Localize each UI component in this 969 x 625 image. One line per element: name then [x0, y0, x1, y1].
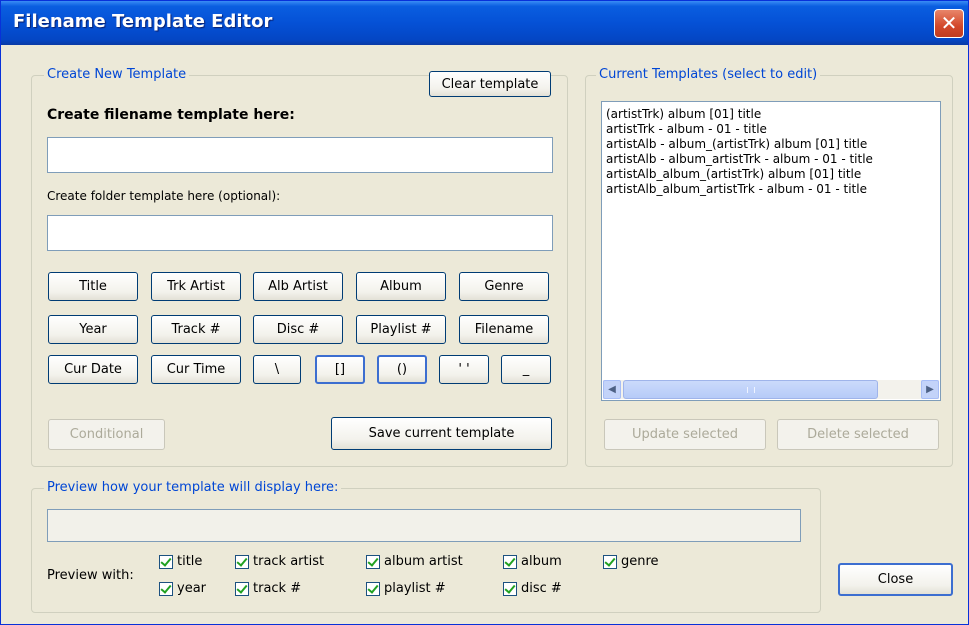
- preview-checkbox-playlist-num[interactable]: playlist #: [366, 581, 446, 596]
- checkbox-checked-icon: [366, 554, 380, 569]
- title-bar[interactable]: Filename Template Editor ✕: [1, 1, 968, 45]
- token-button-backslash[interactable]: \: [253, 355, 301, 384]
- checkbox-checked-icon: [235, 554, 249, 569]
- close-icon[interactable]: ✕: [934, 9, 964, 38]
- checkbox-checked-icon: [603, 554, 617, 569]
- token-button-cur-time[interactable]: Cur Time: [151, 355, 241, 384]
- token-button-parentheses[interactable]: (): [377, 355, 427, 384]
- preview-checkbox-title[interactable]: title: [159, 554, 202, 569]
- checkbox-checked-icon: [159, 554, 173, 569]
- token-button-track-num[interactable]: Track #: [151, 315, 241, 344]
- templates-list: (artistTrk) album [01] title artistTrk -…: [602, 102, 940, 197]
- current-templates-legend: Current Templates (select to edit): [596, 67, 821, 82]
- token-button-brackets[interactable]: []: [315, 355, 365, 384]
- token-button-filename[interactable]: Filename: [459, 315, 549, 344]
- token-button-year[interactable]: Year: [48, 315, 138, 344]
- token-button-genre[interactable]: Genre: [459, 272, 549, 301]
- token-button-title[interactable]: Title: [48, 272, 138, 301]
- preview-checkbox-track-artist[interactable]: track artist: [235, 554, 324, 569]
- token-button-underscore[interactable]: _: [501, 355, 551, 384]
- preview-output: [47, 509, 801, 542]
- templates-listbox[interactable]: (artistTrk) album [01] title artistTrk -…: [601, 101, 941, 401]
- filename-template-input[interactable]: [47, 137, 553, 173]
- template-list-item[interactable]: artistAlb_album_artistTrk - album - 01 -…: [602, 182, 940, 197]
- checkbox-checked-icon: [366, 581, 380, 596]
- clear-template-button[interactable]: Clear template: [429, 71, 551, 97]
- token-button-space[interactable]: ' ': [439, 355, 489, 384]
- token-button-alb-artist[interactable]: Alb Artist: [253, 272, 343, 301]
- template-list-item[interactable]: artistAlb - album_artistTrk - album - 01…: [602, 152, 940, 167]
- filename-template-label: Create filename template here:: [47, 107, 295, 123]
- token-button-trk-artist[interactable]: Trk Artist: [151, 272, 241, 301]
- checkbox-checked-icon: [503, 554, 517, 569]
- scrollbar-thumb[interactable]: [623, 380, 878, 399]
- preview-checkbox-genre[interactable]: genre: [603, 554, 659, 569]
- template-list-item[interactable]: artistAlb_album_(artistTrk) album [01] t…: [602, 167, 940, 182]
- close-button[interactable]: Close: [838, 563, 953, 596]
- checkbox-checked-icon: [503, 581, 517, 596]
- token-button-cur-date[interactable]: Cur Date: [48, 355, 138, 384]
- preview-with-label: Preview with:: [47, 568, 134, 583]
- filename-template-editor-window: Filename Template Editor ✕ Create New Te…: [0, 0, 969, 625]
- folder-template-label: Create folder template here (optional):: [47, 189, 281, 203]
- preview-legend: Preview how your template will display h…: [44, 480, 342, 495]
- preview-checkbox-year[interactable]: year: [159, 581, 206, 596]
- preview-checkbox-album[interactable]: album: [503, 554, 562, 569]
- template-list-item[interactable]: (artistTrk) album [01] title: [602, 107, 940, 122]
- preview-checkbox-track-num[interactable]: track #: [235, 581, 301, 596]
- chevron-left-icon[interactable]: ◀: [603, 380, 621, 399]
- template-list-item[interactable]: artistTrk - album - 01 - title: [602, 122, 940, 137]
- preview-checkbox-disc-num[interactable]: disc #: [503, 581, 562, 596]
- conditional-button[interactable]: Conditional: [48, 419, 165, 450]
- token-button-playlist-num[interactable]: Playlist #: [356, 315, 446, 344]
- preview-checkbox-album-artist[interactable]: album artist: [366, 554, 463, 569]
- create-template-legend: Create New Template: [44, 67, 190, 82]
- template-list-item[interactable]: artistAlb - album_(artistTrk) album [01]…: [602, 137, 940, 152]
- create-template-group: Create New Template: [31, 67, 568, 467]
- delete-selected-button[interactable]: Delete selected: [777, 419, 939, 450]
- token-button-disc-num[interactable]: Disc #: [253, 315, 343, 344]
- save-template-button[interactable]: Save current template: [331, 417, 552, 450]
- checkbox-checked-icon: [159, 581, 173, 596]
- window-title: Filename Template Editor: [13, 11, 273, 32]
- token-button-album[interactable]: Album: [356, 272, 446, 301]
- folder-template-input[interactable]: [47, 215, 553, 251]
- chevron-right-icon[interactable]: ▶: [921, 380, 939, 399]
- update-selected-button[interactable]: Update selected: [604, 419, 766, 450]
- horizontal-scrollbar[interactable]: ◀ ▶: [603, 380, 939, 399]
- checkbox-checked-icon: [235, 581, 249, 596]
